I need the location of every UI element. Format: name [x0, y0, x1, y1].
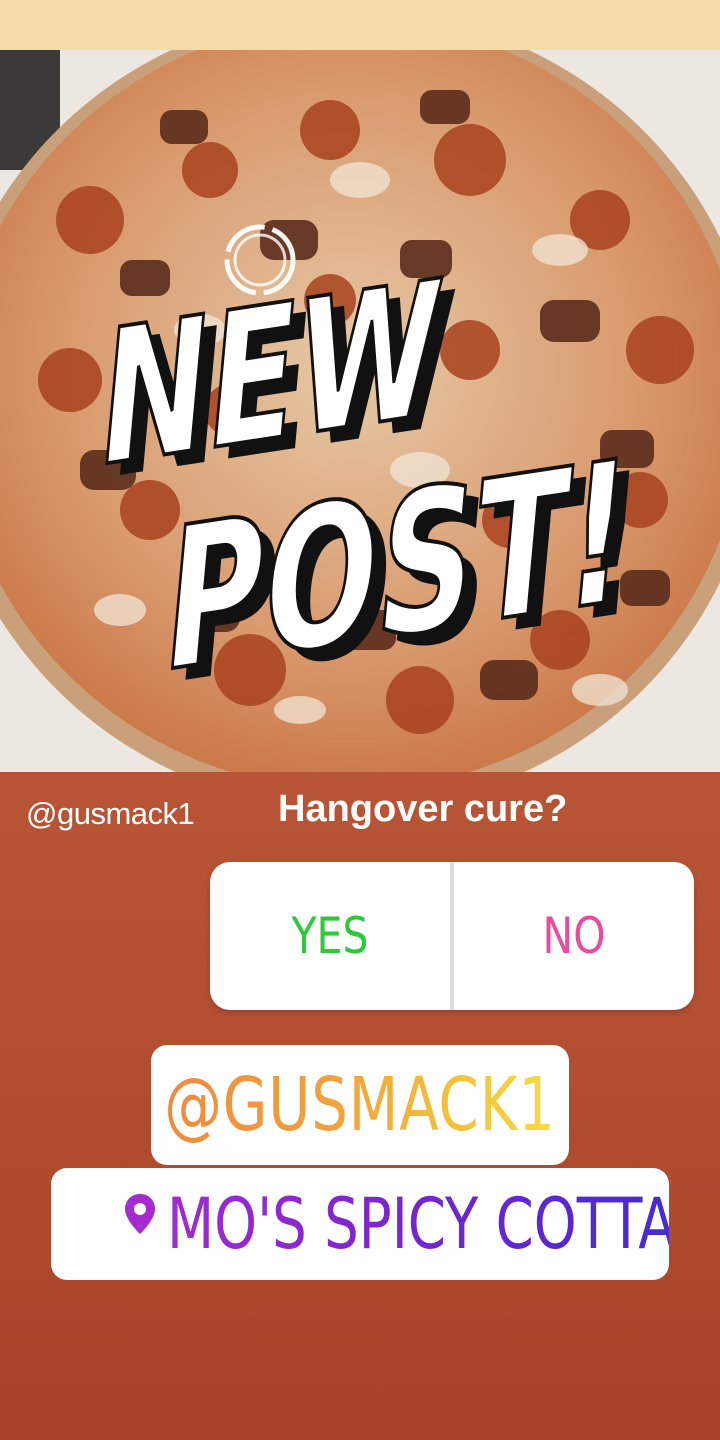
poll-question: Hangover cure? — [278, 788, 568, 830]
location-sticker[interactable]: MO'S SPICY COTTAGE — [51, 1168, 669, 1280]
new-post-headline: NEW NEW POST! POST! — [89, 237, 652, 728]
poll-divider — [450, 862, 454, 1010]
author-username[interactable]: @gusmack1 — [26, 796, 195, 832]
mention-sticker[interactable]: @GUSMACK1 — [151, 1045, 569, 1165]
mention-text: @GUSMACK1 — [164, 1062, 556, 1148]
story-screen: NEW NEW POST! POST! @gusmack1 Hangover c… — [0, 0, 720, 1440]
location-text: MO'S SPICY COTTAGE — [167, 1184, 669, 1264]
poll-option-yes[interactable]: YES — [232, 862, 429, 1010]
poll-sticker: YES NO — [210, 862, 694, 1010]
story-photo[interactable]: NEW NEW POST! POST! — [0, 50, 720, 772]
poll-option-no[interactable]: NO — [476, 862, 673, 1010]
location-pin-icon — [125, 1194, 155, 1234]
top-strip — [0, 0, 720, 50]
